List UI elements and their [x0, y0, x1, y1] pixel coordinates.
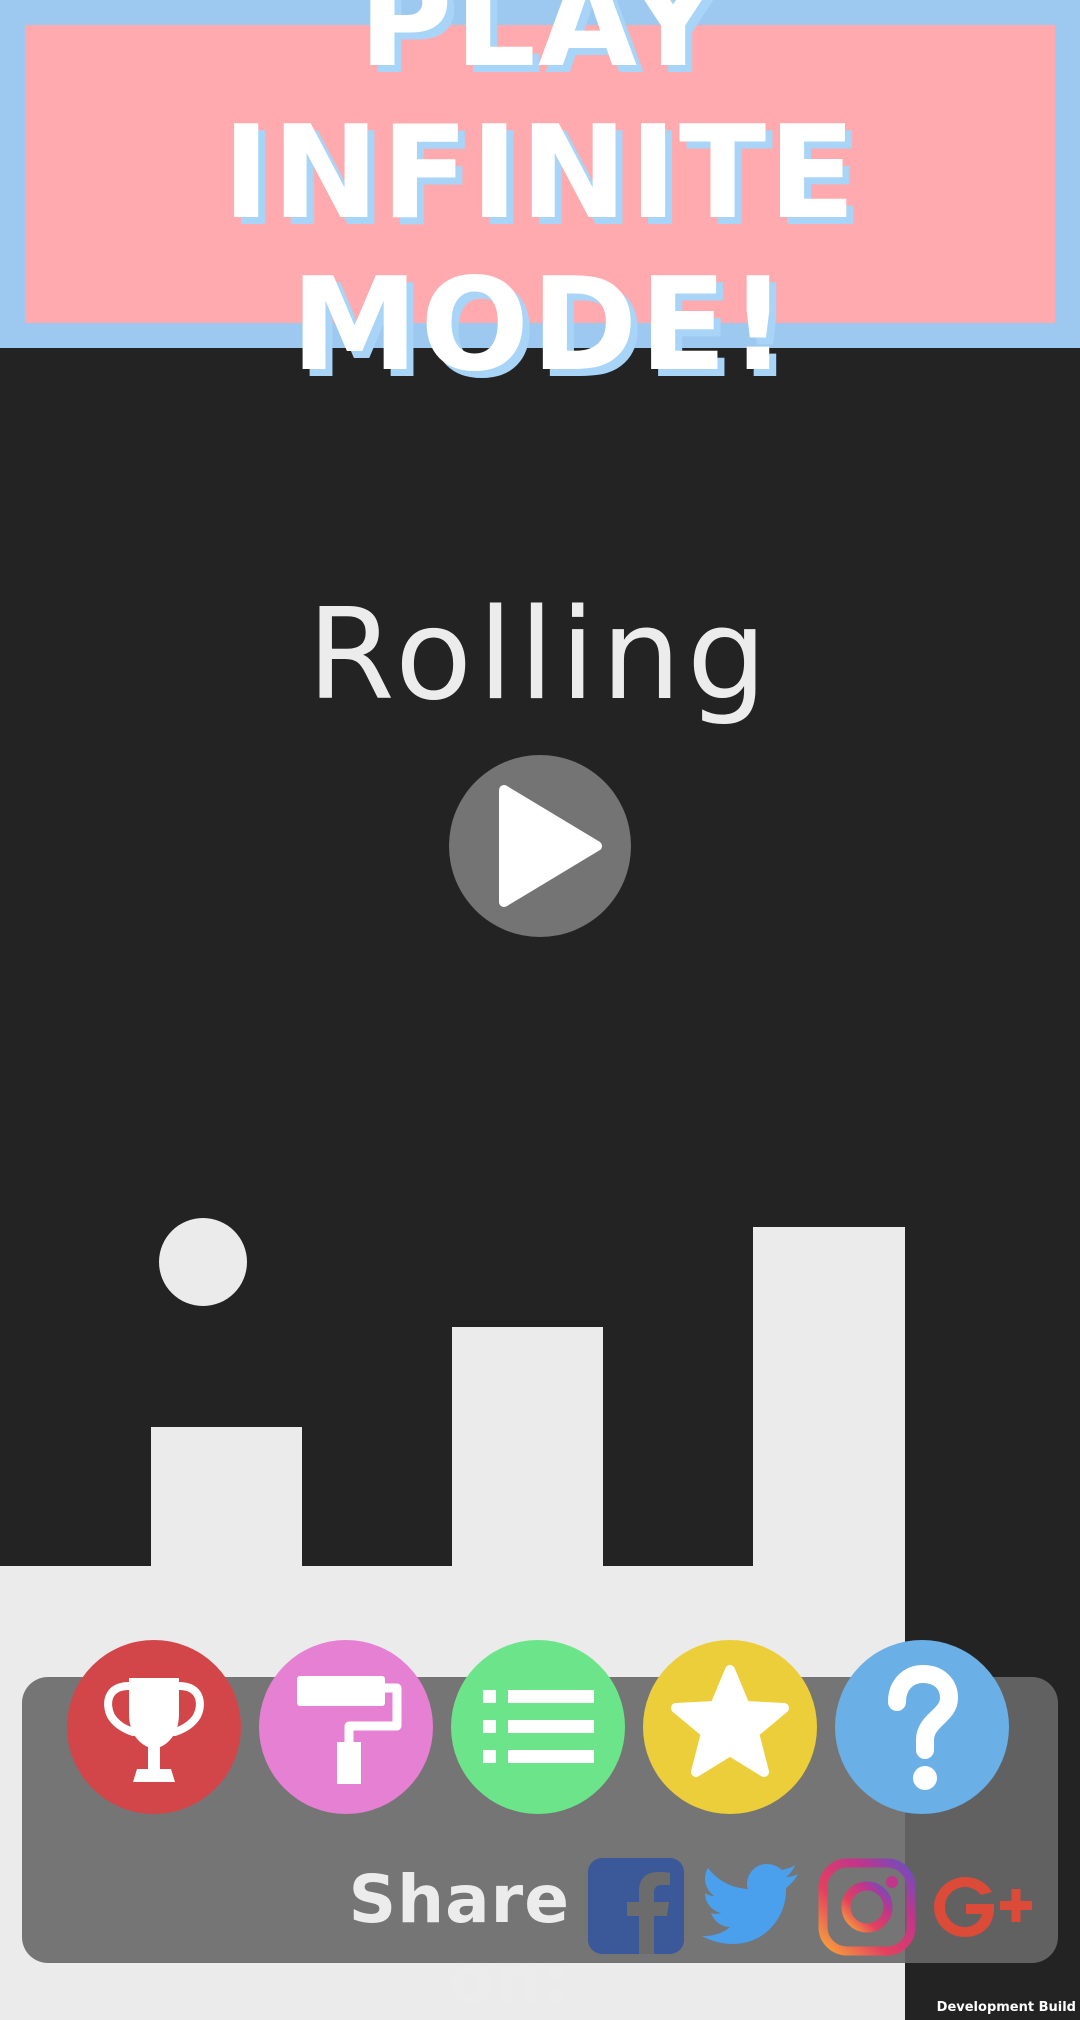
google-plus-icon	[934, 1877, 1032, 1937]
twitter-share-button[interactable]	[702, 1862, 800, 1948]
twitter-icon	[702, 1864, 798, 1944]
star-icon	[671, 1665, 789, 1777]
paint-roller-icon	[297, 1676, 402, 1784]
banner-line-2: MODE!	[290, 251, 790, 400]
question-icon	[888, 1664, 959, 1790]
play-icon	[499, 785, 602, 907]
infinite-mode-banner-inner[interactable]: PLAY INFINITE MODE!	[25, 0, 1055, 400]
pillar-short	[151, 1427, 302, 1567]
rate-button[interactable]	[643, 1640, 817, 1814]
facebook-icon	[588, 1858, 684, 1954]
list-icon	[483, 1690, 594, 1763]
skins-button[interactable]	[259, 1640, 433, 1814]
banner-line-1: PLAY INFINITE	[222, 0, 858, 248]
instagram-share-button[interactable]	[818, 1858, 916, 1956]
levels-button[interactable]	[451, 1640, 625, 1814]
google-plus-share-button[interactable]	[930, 1872, 1036, 1942]
leaderboard-button[interactable]	[67, 1640, 241, 1814]
game-title: Rolling	[307, 581, 773, 728]
trophy-icon	[104, 1678, 204, 1782]
pillar-medium	[452, 1327, 603, 1567]
share-label: Share on:	[348, 1861, 570, 2018]
help-button[interactable]	[835, 1640, 1009, 1814]
infinite-mode-banner[interactable]: PLAY INFINITE MODE!	[0, 0, 1080, 400]
player-ball	[159, 1218, 247, 1306]
pillar-tall	[753, 1227, 905, 1567]
play-button[interactable]	[449, 755, 631, 937]
infinite-mode-banner-text: PLAY INFINITE MODE!	[40, 0, 1040, 402]
facebook-share-button[interactable]	[588, 1858, 684, 1954]
development-build-label: Development Build	[936, 2000, 1076, 2015]
instagram-icon	[818, 1858, 916, 1956]
